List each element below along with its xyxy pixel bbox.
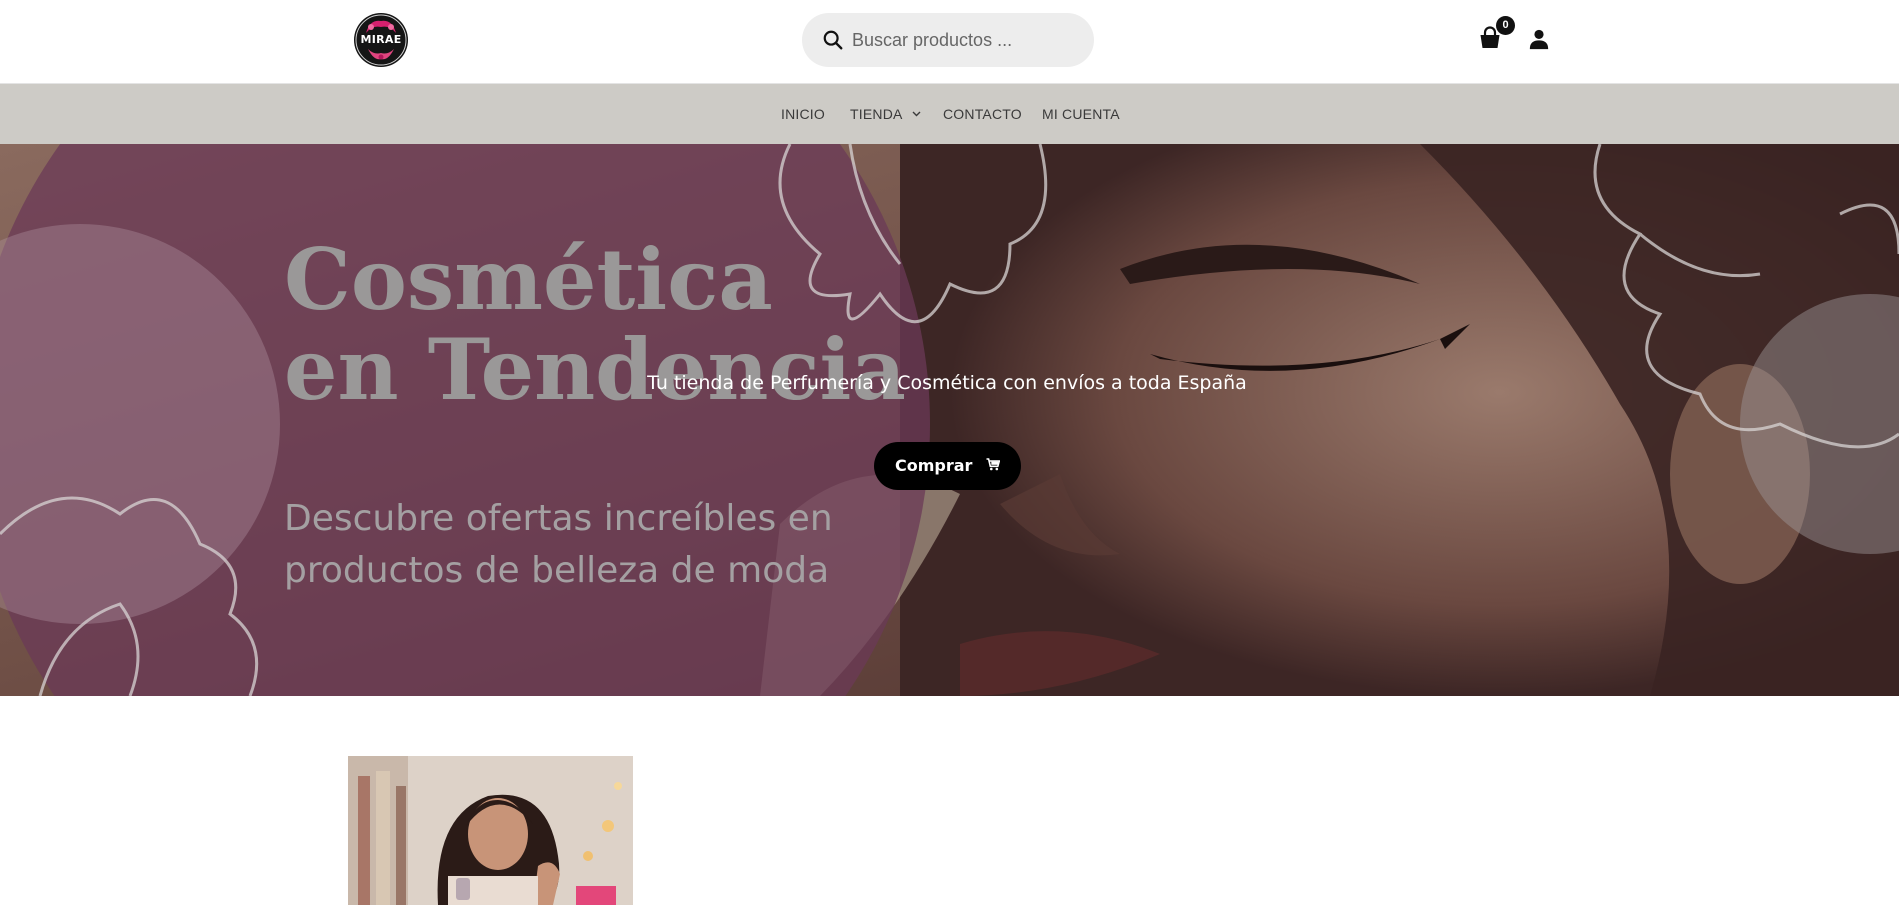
hero-tagline: Tu tienda de Perfumería y Cosmética con … bbox=[647, 372, 1247, 394]
hero-subtitle: Descubre ofertas increíbles en productos… bbox=[284, 493, 833, 597]
cart-icon bbox=[986, 458, 1000, 471]
hero-banner: Cosmética en Tendencia Descubre ofertas … bbox=[0, 144, 1899, 696]
main-navigation: INICIO TIENDA CONTACTO MI CUENTA bbox=[0, 84, 1899, 144]
logo-text: MIRAE bbox=[360, 33, 402, 46]
chevron-down-icon[interactable] bbox=[912, 111, 921, 117]
nav-item-label: TIENDA bbox=[850, 106, 902, 122]
nav-item-inicio[interactable]: INICIO bbox=[781, 84, 825, 144]
hero-title-line-1: Cosmética bbox=[284, 230, 773, 329]
site-logo[interactable]: MIRAE bbox=[354, 13, 408, 67]
cart-count-badge[interactable]: 0 bbox=[1496, 16, 1515, 35]
product-photo bbox=[348, 756, 633, 905]
hero-title-line-2: en Tendencia bbox=[284, 320, 906, 419]
search-icon[interactable] bbox=[822, 29, 844, 51]
hero-subtitle-line-2: productos de belleza de moda bbox=[284, 550, 830, 591]
search-box[interactable] bbox=[802, 13, 1094, 67]
hero-subtitle-line-1: Descubre ofertas increíbles en bbox=[284, 498, 833, 539]
nav-item-label: MI CUENTA bbox=[1042, 106, 1120, 122]
nav-item-contacto[interactable]: CONTACTO bbox=[943, 84, 1022, 144]
nav-item-label: CONTACTO bbox=[943, 106, 1022, 122]
hero-background-image bbox=[0, 144, 1899, 696]
site-header: MIRAE 0 bbox=[0, 0, 1899, 84]
nav-item-mi-cuenta[interactable]: MI CUENTA bbox=[1042, 84, 1120, 144]
nav-item-tienda[interactable]: TIENDA bbox=[850, 84, 921, 144]
product-image[interactable] bbox=[348, 756, 633, 905]
search-input[interactable] bbox=[852, 13, 1082, 67]
user-icon[interactable] bbox=[1528, 28, 1550, 50]
shop-now-button-label: Comprar bbox=[894, 456, 973, 475]
nav-item-label: INICIO bbox=[781, 106, 825, 122]
shop-now-button[interactable]: Comprar bbox=[874, 442, 1021, 490]
